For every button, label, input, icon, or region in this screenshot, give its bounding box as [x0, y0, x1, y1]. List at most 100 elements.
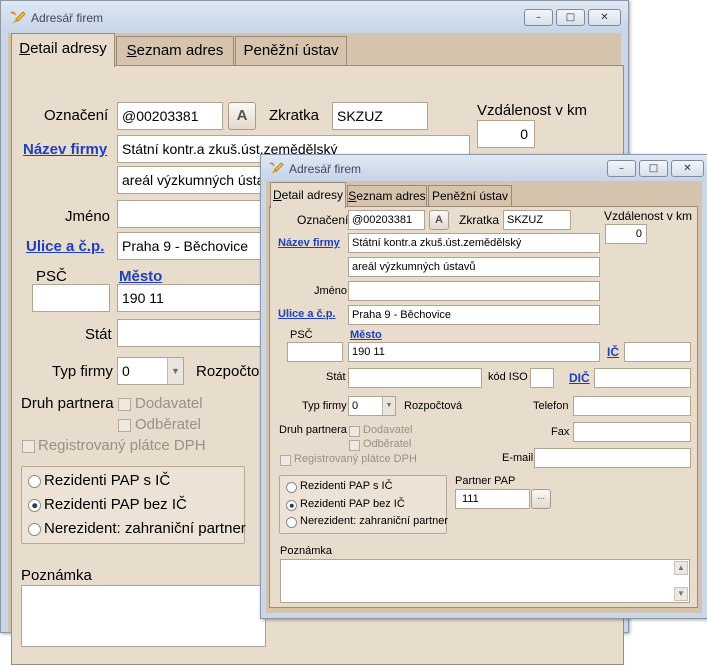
- front-radio-s-ic[interactable]: [286, 482, 297, 493]
- back-radio-bez-ic[interactable]: [28, 499, 41, 512]
- back-zkratka-input[interactable]: SKZUZ: [332, 102, 428, 130]
- front-fax-input[interactable]: [573, 422, 691, 442]
- front-oznaceni-input[interactable]: @00203381: [348, 210, 425, 230]
- back-close-button[interactable]: ✕: [588, 9, 621, 26]
- front-jmeno-input[interactable]: [348, 281, 600, 301]
- back-maximize-button[interactable]: □: [556, 9, 585, 26]
- back-vzdalenost-input[interactable]: 0: [477, 120, 535, 148]
- back-dodavatel-checkbox[interactable]: [118, 398, 131, 411]
- front-jmeno-label: Jméno: [314, 285, 348, 297]
- back-psc-input[interactable]: [32, 284, 110, 312]
- front-odberatel-checkbox[interactable]: [349, 440, 360, 451]
- front-tab-penezni-label: Peněžní ústav: [431, 189, 509, 203]
- minimize-icon: –: [619, 163, 624, 174]
- front-stat-input[interactable]: [348, 368, 482, 388]
- front-client-area: Seznam adres Peněžní ústav Označení @002…: [266, 181, 702, 613]
- back-jmeno-label: Jméno: [65, 208, 111, 225]
- back-window-title: Adresář firem: [31, 11, 104, 25]
- back-tab-seznam-accel: S: [126, 42, 137, 59]
- front-tab-penezni[interactable]: Peněžní ústav: [428, 185, 512, 207]
- front-tab-seznam[interactable]: Seznam adres: [347, 185, 427, 207]
- front-close-button[interactable]: ✕: [671, 160, 704, 177]
- back-tab-detail[interactable]: Detail adresy: [11, 33, 115, 67]
- front-dic-input[interactable]: [594, 368, 691, 388]
- back-stat-input[interactable]: [117, 319, 267, 347]
- front-nazev-firmy-link[interactable]: Název firmy: [278, 237, 340, 249]
- back-jmeno-input[interactable]: [117, 200, 267, 228]
- front-typ-firmy-label: Typ firmy: [302, 400, 347, 412]
- front-minimize-button[interactable]: –: [607, 160, 636, 177]
- front-radio-bez-ic-label: Rezidenti PAP bez IČ: [300, 498, 405, 510]
- back-dph-checkbox[interactable]: [22, 440, 35, 453]
- front-a-button[interactable]: A: [429, 210, 449, 230]
- back-tab-detail-accel: D: [19, 40, 31, 57]
- back-titlebar[interactable]: Adresář firem – □ ✕: [1, 1, 628, 33]
- back-oznaceni-input[interactable]: @00203381: [117, 102, 223, 130]
- scroll-up-icon[interactable]: ▲: [674, 561, 688, 575]
- front-vzdalenost-input[interactable]: 0: [605, 224, 647, 244]
- front-radio-s-ic-label: Rezidenti PAP s IČ: [300, 480, 393, 492]
- front-psc-input[interactable]: [287, 342, 343, 362]
- front-tab-detail[interactable]: Detail adresy: [270, 182, 346, 208]
- dropdown-arrow-icon[interactable]: ▼: [167, 358, 183, 384]
- back-nazev-firmy-link[interactable]: Název firmy: [23, 141, 107, 158]
- back-typ-firmy-label: Typ firmy: [52, 363, 113, 380]
- front-tab-detail-rest: etail adresy: [281, 188, 344, 202]
- back-ulice-link[interactable]: Ulice a č.p.: [26, 238, 104, 255]
- front-ulice-input[interactable]: Praha 9 - Běchovice: [348, 305, 600, 325]
- back-radio-nerezident[interactable]: [28, 523, 41, 536]
- front-stat-label: Stát: [326, 371, 346, 383]
- back-odberatel-label: Odběratel: [135, 416, 201, 433]
- back-tab-penezni[interactable]: Peněžní ústav: [235, 36, 347, 66]
- back-dodavatel-label: Dodavatel: [135, 395, 203, 412]
- front-dph-checkbox[interactable]: [280, 455, 291, 466]
- back-radio-bez-ic-label: Rezidenti PAP bez IČ: [44, 496, 187, 513]
- back-tab-penezni-label: Peněžní ústav: [243, 42, 339, 59]
- front-poznamka-textarea[interactable]: ▲ ▼: [280, 559, 690, 603]
- back-mesto-input[interactable]: 190 11: [117, 284, 267, 312]
- front-nazev2-input[interactable]: areál výzkumných ústavů: [348, 257, 600, 277]
- back-a-button[interactable]: A: [228, 102, 256, 130]
- front-telefon-label: Telefon: [533, 400, 569, 412]
- front-partner-pap-label: Partner PAP: [455, 475, 516, 487]
- dropdown-arrow-icon[interactable]: ▼: [382, 397, 395, 415]
- back-ulice-input[interactable]: Praha 9 - Běchovice: [117, 232, 267, 260]
- back-odberatel-checkbox[interactable]: [118, 419, 131, 432]
- front-ic-input[interactable]: [624, 342, 691, 362]
- back-minimize-button[interactable]: –: [524, 9, 553, 26]
- back-poznamka-textarea[interactable]: [21, 585, 266, 647]
- front-tab-detail-accel: D: [272, 188, 282, 202]
- front-dic-link[interactable]: DIČ: [569, 371, 590, 385]
- front-telefon-input[interactable]: [573, 396, 691, 416]
- front-nazev1-input[interactable]: Státní kontr.a zkuš.úst.zemědělský: [348, 233, 600, 253]
- front-ic-link[interactable]: IČ: [607, 345, 619, 359]
- front-email-input[interactable]: [534, 448, 691, 468]
- front-mesto-link[interactable]: Město: [350, 329, 382, 341]
- front-typ-firmy-select[interactable]: 0 ▼: [348, 396, 396, 416]
- front-dodavatel-checkbox[interactable]: [349, 426, 360, 437]
- front-radio-nerezident[interactable]: [286, 517, 297, 528]
- front-zkratka-input[interactable]: SKZUZ: [503, 210, 571, 230]
- back-radio-nerezident-label: Nerezident: zahraniční partner: [44, 520, 246, 537]
- front-ulice-link[interactable]: Ulice a č.p.: [278, 308, 335, 320]
- front-maximize-button[interactable]: □: [639, 160, 668, 177]
- front-partner-pap-browse-button[interactable]: ...: [531, 489, 551, 509]
- front-partner-pap-input[interactable]: 111: [455, 489, 530, 509]
- back-typ-firmy-select[interactable]: 0 ▼: [117, 357, 184, 385]
- back-psc-label: PSČ: [36, 268, 67, 285]
- scroll-down-icon[interactable]: ▼: [674, 587, 688, 601]
- close-icon: ✕: [683, 163, 692, 174]
- front-zkratka-label: Zkratka: [459, 213, 500, 227]
- back-mesto-link[interactable]: Město: [119, 268, 162, 285]
- front-kod-iso-input[interactable]: [530, 368, 554, 388]
- front-rozpoctova-label: Rozpočtová: [404, 400, 463, 412]
- front-email-label: E-mail: [502, 452, 534, 464]
- front-mesto-input[interactable]: 190 11: [348, 342, 600, 362]
- back-radio-s-ic[interactable]: [28, 475, 41, 488]
- back-tab-seznam-rest: eznam adres: [136, 42, 224, 59]
- back-tab-seznam[interactable]: Seznam adres: [116, 36, 234, 66]
- front-poznamka-label: Poznámka: [280, 545, 332, 557]
- front-radio-bez-ic[interactable]: [286, 500, 297, 511]
- front-tab-seznam-rest: eznam adres: [356, 189, 426, 203]
- front-titlebar[interactable]: Adresář firem – □ ✕: [261, 155, 707, 181]
